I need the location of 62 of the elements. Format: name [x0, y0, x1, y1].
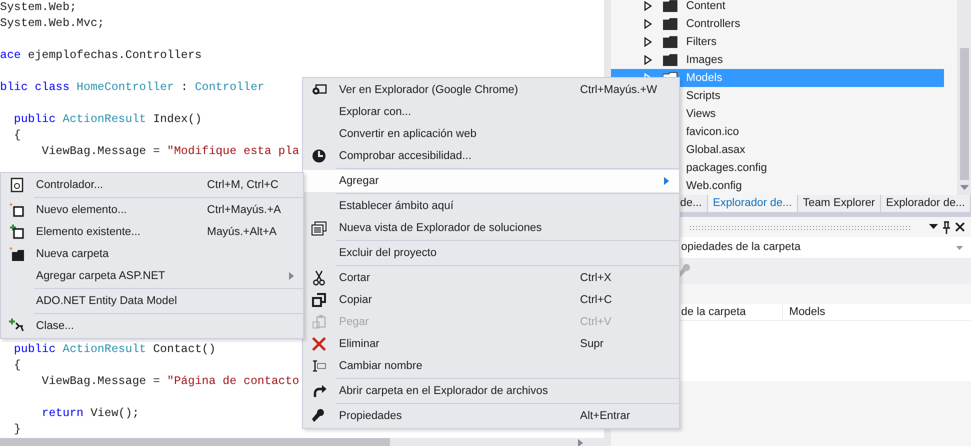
code-line: System.Web.Mvc;	[0, 16, 104, 32]
code-line: blic class HomeController : Controller	[0, 80, 264, 96]
menu-item[interactable]: Elemento existente... Mayús.+Alt+A	[1, 221, 303, 243]
code-line: ViewBag.Message = "Página de contacto	[40, 374, 300, 390]
folder-icon	[663, 18, 678, 30]
caret-icon	[956, 246, 963, 250]
panel-tab[interactable]: Explorador de...	[881, 195, 971, 212]
code-line: System.Web;	[0, 0, 77, 16]
submenu-arrow-icon	[664, 177, 669, 185]
dropdown-icon[interactable]	[929, 224, 938, 230]
code-line: public ActionResult Index()	[12, 112, 202, 128]
copy-icon	[311, 292, 327, 308]
tree-item[interactable]: Controllers	[611, 15, 944, 33]
scroll-down-icon[interactable]	[960, 185, 968, 191]
new-folder-icon	[9, 246, 25, 262]
horizontal-scrollbar[interactable]	[0, 438, 604, 446]
menu-item[interactable]: Nueva carpeta	[1, 243, 303, 265]
menu-item[interactable]: Agregar carpeta ASP.NET	[1, 265, 303, 287]
pin-icon[interactable]	[942, 220, 951, 234]
menu-item[interactable]: ADO.NET Entity Data Model	[1, 290, 303, 312]
add-item-icon	[9, 224, 25, 240]
menu-item[interactable]: Agregar	[303, 170, 679, 192]
folder-icon	[663, 0, 678, 12]
tree-item[interactable]: Content	[611, 0, 944, 15]
code-line: return View();	[40, 406, 140, 422]
menu-item[interactable]: Convertir en aplicación web	[303, 123, 679, 145]
property-value: Models	[788, 304, 826, 320]
tree-item[interactable]: Images	[611, 51, 944, 69]
code-line: public ActionResult Contact()	[12, 342, 216, 358]
code-line: ace ejemplofechas.Controllers	[0, 48, 202, 64]
close-icon[interactable]	[955, 222, 965, 232]
scroll-right-icon[interactable]	[578, 438, 584, 446]
redo-arrow-icon	[311, 383, 327, 399]
new-item-icon	[9, 202, 25, 218]
delete-icon	[311, 336, 327, 352]
panel-tab[interactable]: Explorador de...	[708, 195, 798, 212]
tree-item[interactable]: Filters	[611, 33, 944, 51]
code-line: }	[12, 422, 21, 438]
code-line: ViewBag.Message = "Modifique esta pla	[40, 144, 300, 160]
menu-item[interactable]: Eliminar Supr	[303, 333, 679, 355]
menu-item[interactable]: Cortar Ctrl+X	[303, 267, 679, 289]
paste-icon	[311, 314, 327, 330]
menu-item[interactable]: Cambiar nombre	[303, 355, 679, 377]
menu-item[interactable]: Abrir carpeta en el Explorador de archivos	[303, 380, 679, 402]
panel-tab[interactable]: Team Explorer	[798, 195, 882, 212]
submenu-arrow-icon	[289, 272, 294, 280]
menu-item[interactable]: Clase...	[1, 315, 303, 337]
code-line: {	[12, 358, 21, 374]
code-line: {	[12, 128, 21, 144]
folder-icon	[663, 54, 678, 66]
menu-item[interactable]: Nuevo elemento... Ctrl+Mayús.+A	[1, 199, 303, 221]
menu-item[interactable]: Comprobar accesibilidad...	[303, 145, 679, 167]
menu-item[interactable]: Propiedades Alt+Entrar	[303, 405, 679, 427]
scissors-icon	[311, 270, 327, 286]
wrench-icon	[311, 408, 327, 424]
menu-item[interactable]: Explorar con...	[303, 101, 679, 123]
rename-icon	[311, 358, 327, 374]
folder-icon	[663, 36, 678, 48]
menu-item[interactable]: Controlador... Ctrl+M, Ctrl+C	[1, 174, 303, 196]
vertical-scrollbar[interactable]	[957, 0, 971, 195]
window-icon	[311, 220, 327, 236]
controller-icon	[9, 177, 25, 193]
